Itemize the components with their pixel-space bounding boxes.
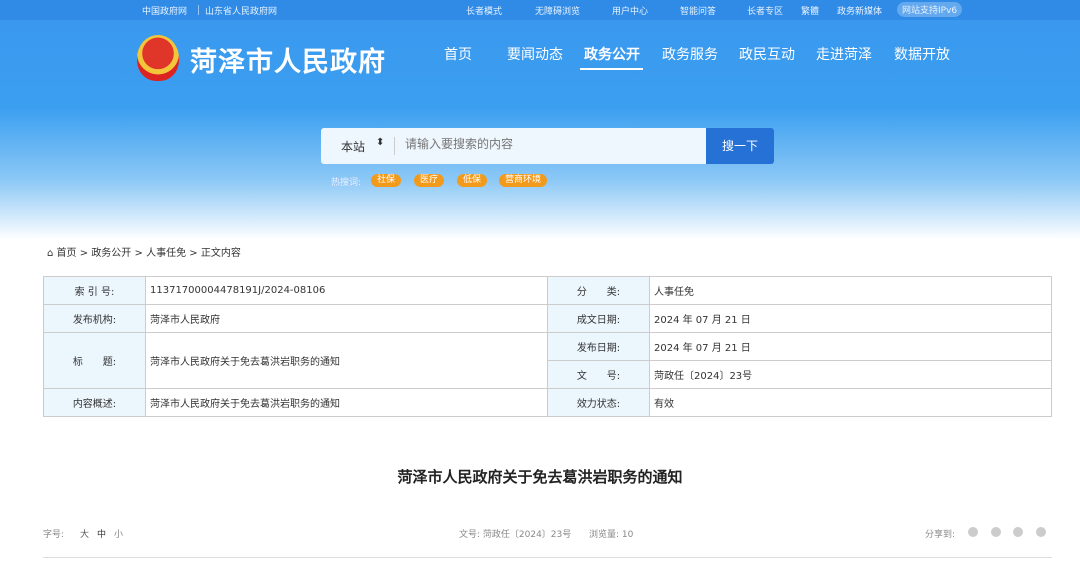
traditional-link[interactable]: 繁體 [801, 4, 819, 17]
font-large[interactable]: 大 [80, 527, 89, 540]
nav-about-heze[interactable]: 走进菏泽 [816, 44, 872, 64]
doc-title: 菏泽市人民政府关于免去葛洪岩职务的通知 [145, 332, 548, 389]
national-emblem-logo [137, 35, 179, 81]
share-qq-icon[interactable] [1013, 527, 1023, 537]
document-info-table: 索 引 号: 11371700004478191J/2024-08106 分 类: 人… [43, 276, 1052, 417]
view-count: 浏览量: 10 [589, 530, 634, 540]
hot-tag[interactable]: 医疗 [414, 174, 445, 187]
nav-active-indicator [580, 68, 643, 70]
article-title: 菏泽市人民政府关于免去葛洪岩职务的通知 [397, 468, 683, 486]
created-date: 2024 年 07 月 21 日 [649, 304, 1052, 333]
nav-services[interactable]: 政务服务 [662, 44, 718, 64]
search-button[interactable]: 搜一下 [706, 128, 774, 164]
hot-tag[interactable]: 营商环境 [499, 174, 548, 187]
search-box: 本站 ⬍ [321, 128, 706, 164]
font-medium[interactable]: 中 [97, 527, 106, 540]
publisher: 菏泽市人民政府 [145, 304, 548, 333]
smart-qa-link[interactable]: 智能问答 [680, 4, 716, 17]
font-size-label: 字号: [43, 530, 65, 540]
nav-open-data[interactable]: 数据开放 [894, 44, 950, 64]
nav-interaction[interactable]: 政民互动 [739, 44, 795, 64]
breadcrumb: ⌂ 首页 > 政务公开 > 人事任免 > 正文内容 [43, 238, 1052, 270]
crumb-personnel[interactable]: 人事任免 [146, 248, 186, 259]
updown-icon: ⬍ [376, 137, 385, 148]
doc-number: 菏政任〔2024〕23号 [649, 360, 1052, 389]
new-media-link[interactable]: 政务新媒体 [837, 4, 882, 17]
hot-label: 热搜词: [331, 178, 362, 188]
top-bar: 中国政府网 山东省人民政府网 长者模式 无障碍浏览 用户中心 智能问答 长者专区… [0, 0, 1080, 20]
ipv6-badge: 网站支持IPv6 [897, 2, 963, 17]
nav-gov-open[interactable]: 政务公开 [584, 44, 640, 64]
nav-home[interactable]: 首页 [444, 44, 472, 64]
nav-news[interactable]: 要闻动态 [507, 44, 563, 64]
hot-tag[interactable]: 社保 [371, 174, 402, 187]
index-number: 11371700004478191J/2024-08106 [145, 276, 548, 305]
user-center-link[interactable]: 用户中心 [612, 4, 648, 17]
published-date: 2024 年 07 月 21 日 [649, 332, 1052, 361]
crumb-current: 正文内容 [200, 248, 241, 259]
article-doc-number: 文号: 菏政任〔2024〕23号 [459, 530, 572, 540]
share-weibo-icon[interactable] [968, 527, 978, 537]
status: 有效 [649, 388, 1052, 417]
home-icon: ⌂ [47, 248, 54, 259]
link-shandong[interactable]: 山东省人民政府网 [205, 4, 277, 17]
accessibility-link[interactable]: 无障碍浏览 [535, 4, 580, 17]
link-gov-cn[interactable]: 中国政府网 [142, 4, 187, 17]
crumb-home[interactable]: 首页 [57, 248, 77, 259]
font-small[interactable]: 小 [114, 527, 123, 540]
hot-tag[interactable]: 低保 [457, 174, 488, 187]
summary: 菏泽市人民政府关于免去葛洪岩职务的通知 [145, 388, 548, 417]
elder-mode-link[interactable]: 长者模式 [466, 4, 502, 17]
share-label: 分享到: [925, 530, 956, 540]
share-wechat-icon[interactable] [991, 527, 1001, 537]
crumb-gov-open[interactable]: 政务公开 [91, 248, 131, 259]
divider [43, 557, 1052, 558]
search-scope-select[interactable]: 本站 [341, 138, 365, 155]
category: 人事任免 [649, 276, 1052, 305]
share-qzone-icon[interactable] [1036, 527, 1046, 537]
site-name[interactable]: 菏泽市人民政府 [190, 40, 386, 79]
elder-zone-link[interactable]: 长者专区 [747, 4, 783, 17]
search-input[interactable] [405, 137, 685, 151]
